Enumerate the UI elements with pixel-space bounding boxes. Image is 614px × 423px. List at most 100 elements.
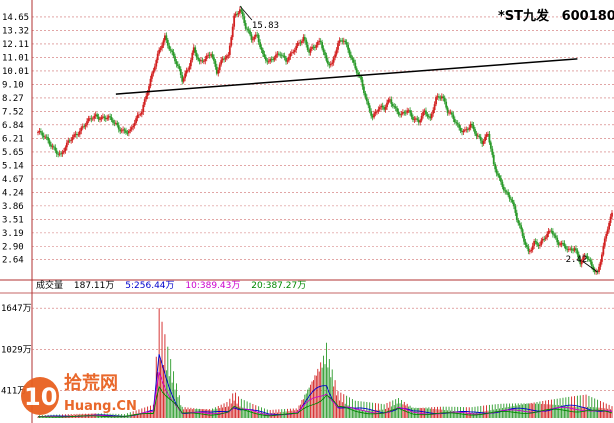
candle-body bbox=[386, 102, 388, 108]
candle-body bbox=[306, 44, 309, 50]
candle-body bbox=[140, 111, 143, 115]
price-y-tick: 8.27 bbox=[2, 94, 24, 104]
candle-body bbox=[484, 136, 486, 142]
candle-body bbox=[231, 26, 234, 38]
candle-body bbox=[155, 60, 158, 67]
candle-body bbox=[433, 104, 436, 111]
candle-body bbox=[611, 212, 613, 217]
candle-body bbox=[325, 55, 328, 61]
candle-body bbox=[570, 248, 573, 251]
candle-body bbox=[459, 127, 462, 132]
candle-body bbox=[324, 52, 326, 56]
candle-body bbox=[601, 254, 603, 262]
annotation-label: 15.83 bbox=[252, 21, 279, 31]
candle-body bbox=[511, 199, 514, 203]
candle-body bbox=[396, 108, 399, 112]
candle-body bbox=[112, 120, 114, 123]
candle-body bbox=[172, 52, 175, 57]
candle-body bbox=[130, 127, 133, 130]
candle-body bbox=[348, 49, 351, 55]
candle-body bbox=[91, 118, 94, 120]
candle-body bbox=[194, 47, 197, 53]
candle-body bbox=[508, 195, 511, 199]
price-y-tick: 2.64 bbox=[2, 256, 24, 266]
candle-body bbox=[351, 58, 354, 60]
candle-body bbox=[142, 104, 145, 112]
candle-body bbox=[520, 225, 523, 230]
candle-body bbox=[334, 54, 336, 58]
candle-body bbox=[357, 72, 360, 75]
candle-body bbox=[162, 40, 165, 46]
candle-body bbox=[492, 154, 495, 165]
candle-body bbox=[187, 69, 189, 71]
candle-body bbox=[364, 93, 367, 98]
candle-body bbox=[293, 50, 296, 52]
candle-body bbox=[337, 43, 339, 50]
candle-body bbox=[54, 147, 57, 151]
volume-title: 成交量 bbox=[36, 279, 63, 291]
candle-body bbox=[78, 131, 81, 135]
candle-body bbox=[455, 122, 458, 124]
candle-body bbox=[471, 123, 474, 126]
candle-body bbox=[250, 34, 253, 40]
candle-body bbox=[360, 76, 362, 80]
candle-body bbox=[159, 48, 162, 50]
candle-body bbox=[288, 56, 290, 61]
candle-body bbox=[189, 60, 192, 67]
candle-body bbox=[345, 42, 348, 45]
candle-body bbox=[462, 130, 465, 133]
candle-body bbox=[116, 122, 119, 126]
candle-body bbox=[246, 28, 249, 30]
candle-body bbox=[400, 113, 403, 115]
candle-body bbox=[352, 59, 355, 63]
candle-body bbox=[335, 49, 338, 55]
candle-body bbox=[540, 240, 543, 245]
candle-body bbox=[528, 251, 531, 252]
candle-body bbox=[498, 175, 501, 179]
candle-body bbox=[453, 118, 456, 123]
candle-body bbox=[241, 11, 244, 17]
price-y-tick: 4.67 bbox=[2, 175, 24, 185]
candle-body bbox=[515, 212, 518, 221]
candle-body bbox=[153, 66, 156, 71]
candle-body bbox=[430, 113, 433, 119]
watermark-subtext: Huang.CN bbox=[64, 399, 137, 414]
candle-body bbox=[426, 114, 429, 117]
candle-body bbox=[84, 124, 87, 127]
candle-body bbox=[410, 112, 413, 117]
candle-body bbox=[468, 127, 471, 130]
candle-body bbox=[390, 99, 393, 105]
candle-body bbox=[145, 96, 148, 100]
candle-body bbox=[504, 190, 507, 192]
candle-body bbox=[563, 243, 566, 247]
candle-body bbox=[132, 125, 135, 128]
candle-body bbox=[73, 134, 75, 138]
candle-body bbox=[524, 241, 527, 245]
candle-body bbox=[283, 55, 286, 58]
watermark-badge-number: 10 bbox=[24, 383, 57, 411]
candle-body bbox=[530, 249, 533, 252]
candle-body bbox=[397, 111, 400, 115]
candle-body bbox=[109, 116, 112, 118]
candle-body bbox=[575, 248, 577, 251]
candle-body bbox=[244, 22, 247, 29]
candle-body bbox=[488, 134, 491, 143]
volume-y-tick: 1029万 bbox=[1, 345, 32, 355]
candle-body bbox=[491, 148, 494, 155]
candle-body bbox=[125, 130, 127, 133]
price-y-tick: 10.01 bbox=[2, 67, 29, 77]
candle-body bbox=[264, 57, 267, 61]
candle-body bbox=[316, 41, 319, 46]
candle-body bbox=[99, 119, 101, 121]
candle-body bbox=[158, 49, 161, 54]
candle-body bbox=[176, 64, 179, 66]
price-y-tick: 4.24 bbox=[2, 189, 24, 199]
candle-body bbox=[166, 39, 169, 46]
candle-body bbox=[286, 60, 289, 62]
candle-body bbox=[296, 43, 299, 47]
candle-body bbox=[494, 164, 497, 170]
candle-body bbox=[227, 54, 230, 56]
candle-body bbox=[315, 45, 318, 48]
candle-body bbox=[65, 142, 68, 148]
watermark-text: 拾荒网 bbox=[64, 372, 118, 394]
